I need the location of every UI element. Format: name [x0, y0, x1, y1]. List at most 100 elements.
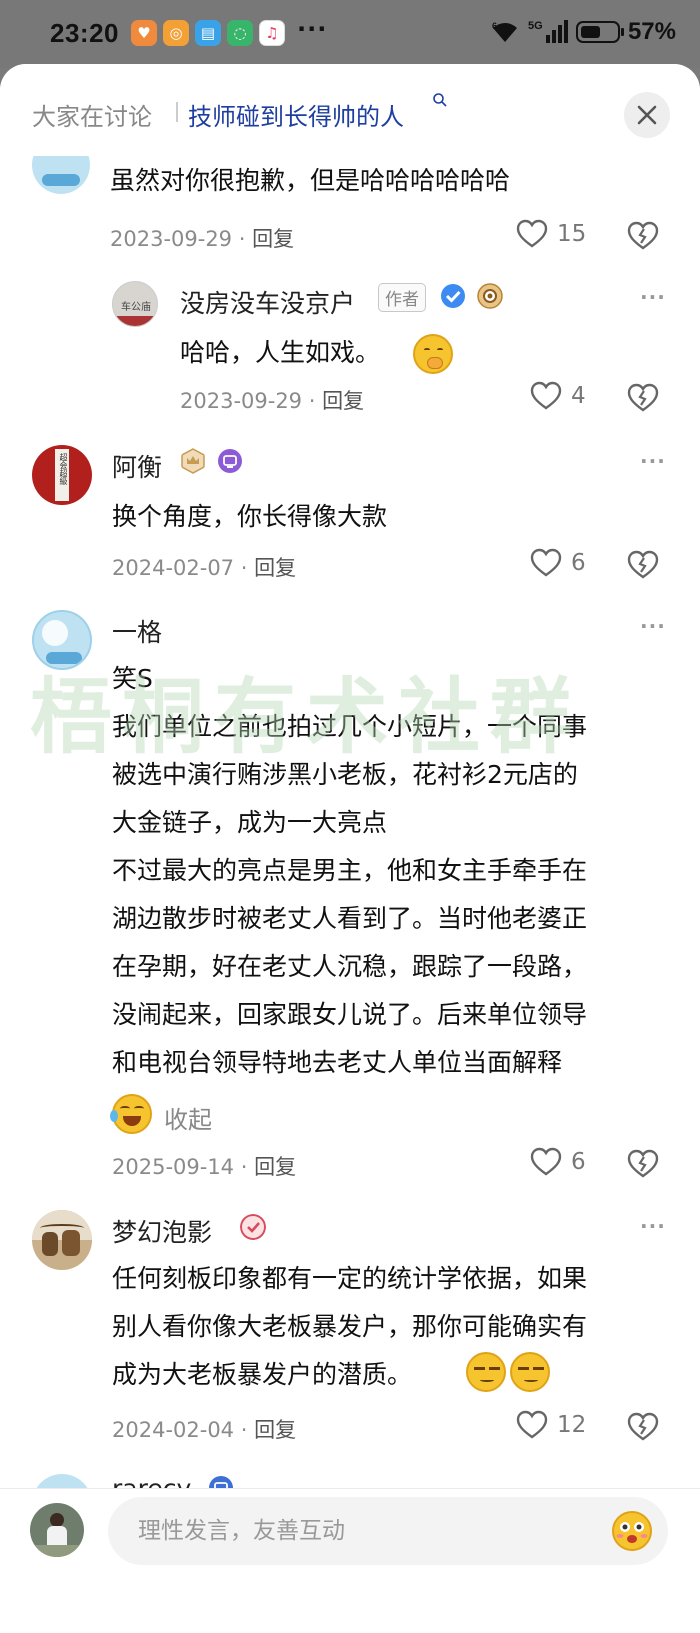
comment-line: 和电视台领导特地去老丈人单位当面解释 — [112, 1048, 563, 1077]
comment-meta: 2023-09-29 · 回复 — [180, 389, 365, 413]
cellular-signal-icon: 5G — [528, 20, 568, 43]
comment-input-box[interactable] — [108, 1497, 668, 1565]
avatar-text: 超会超級 — [59, 453, 68, 485]
comment-date: 2025-09-14 — [112, 1155, 235, 1179]
app-notification-icon: ◌ — [227, 20, 253, 46]
comment-input[interactable] — [138, 1497, 578, 1565]
comment-author-name[interactable]: 阿衡 — [112, 448, 162, 484]
comment-text: 虽然对你很抱歉，但是哈哈哈哈哈哈 — [110, 166, 511, 195]
avatar-text: 车公庙 — [121, 302, 151, 313]
like-count: 6 — [571, 1149, 586, 1175]
more-options-icon[interactable]: ··· — [640, 614, 666, 638]
author-badge: 作者 — [378, 283, 426, 312]
heart-icon — [530, 381, 562, 410]
comment-meta: 2023-09-29 · 回复 — [110, 227, 295, 251]
heart-icon — [530, 548, 562, 577]
covering-mouth-emoji-icon — [413, 334, 453, 374]
more-options-icon[interactable]: ··· — [640, 285, 666, 309]
dislike-icon[interactable] — [627, 383, 659, 413]
wifi-icon: 6 — [492, 21, 517, 42]
comment-date: 2024-02-04 — [112, 1418, 235, 1442]
smirk-emoji-icon — [466, 1352, 506, 1392]
reply-button[interactable]: 回复 — [322, 389, 364, 413]
heart-icon — [516, 1410, 548, 1439]
comment-line: 大金链子，成为一大亮点 — [112, 808, 388, 837]
comment-author-name[interactable]: 没房没车没京户 — [180, 284, 355, 320]
app-notification-icon: ◎ — [163, 20, 189, 46]
comment-list[interactable]: 虽然对你很抱歉，但是哈哈哈哈哈哈 2023-09-29 · 回复 15 车公庙 … — [0, 64, 700, 1564]
comment-line: 在孕期，好在老丈人沉稳，跟踪了一段路， — [112, 952, 588, 981]
comment-line: 被选中演行贿涉黑小老板，花衬衫2元店的 — [112, 760, 578, 789]
avatar[interactable] — [32, 1210, 92, 1270]
search-icon[interactable] — [432, 92, 448, 108]
sheet-header: 大家在讨论 技师碰到长得帅的人 — [0, 64, 700, 156]
like-count: 12 — [557, 1412, 587, 1438]
like-button[interactable]: 15 — [516, 219, 586, 249]
dislike-icon[interactable] — [627, 550, 659, 580]
comment-date: 2023-09-29 — [180, 389, 303, 413]
dislike-icon[interactable] — [627, 1412, 659, 1442]
comment-sheet: 虽然对你很抱歉，但是哈哈哈哈哈哈 2023-09-29 · 回复 15 车公庙 … — [0, 64, 700, 1633]
close-button[interactable] — [624, 92, 670, 138]
like-button[interactable]: 12 — [516, 1410, 586, 1440]
collapse-button[interactable]: 收起 — [164, 1100, 212, 1135]
avatar[interactable]: 超会超級 — [32, 445, 92, 505]
heart-icon — [516, 219, 548, 248]
comment-line: 没闹起来，回家跟女儿说了。后来单位领导 — [112, 1000, 588, 1029]
check-badge-icon — [240, 1214, 266, 1240]
like-count: 6 — [571, 550, 586, 576]
header-divider — [176, 102, 178, 122]
comment-line: 任何刻板印象都有一定的统计学依据，如果 — [112, 1264, 588, 1293]
status-bar: 23:20 ♥ ◎ ▤ ◌ ♫ ··· 6 5G 57% — [0, 0, 700, 68]
comment-meta: 2025-09-14 · 回复 — [112, 1155, 297, 1179]
notification-icons: ♥ ◎ ▤ ◌ ♫ — [131, 20, 285, 46]
battery-level-fill — [580, 26, 600, 38]
reply-button[interactable]: 回复 — [254, 1155, 296, 1179]
discussion-label: 大家在讨论 — [32, 103, 152, 131]
like-count: 15 — [557, 221, 587, 247]
crown-badge-icon — [181, 448, 205, 474]
heart-icon — [530, 1147, 562, 1176]
comment-text: 哈哈，人生如戏。 — [180, 338, 381, 367]
member-badge-icon — [218, 449, 242, 473]
reply-button[interactable]: 回复 — [252, 227, 294, 251]
avatar[interactable]: 车公庙 — [112, 281, 158, 327]
comment-line: 湖边散步时被老丈人看到了。当时他老婆正 — [112, 904, 588, 933]
comment-meta: 2024-02-04 · 回复 — [112, 1418, 297, 1442]
more-notifications-icon: ··· — [297, 15, 328, 43]
avatar[interactable] — [32, 610, 92, 670]
comment-date: 2024-02-07 — [112, 556, 235, 580]
battery-icon — [575, 21, 624, 43]
current-user-avatar[interactable] — [30, 1503, 84, 1557]
emoji-icon[interactable] — [610, 1509, 654, 1553]
comment-composer — [0, 1488, 700, 1633]
app-notification-icon: ▤ — [195, 20, 221, 46]
svg-text:6: 6 — [492, 21, 497, 31]
more-options-icon[interactable]: ··· — [640, 1214, 666, 1238]
more-options-icon[interactable]: ··· — [640, 449, 666, 473]
comment-text: 笑S 我们单位之前也拍过几个小短片，一个同事 被选中演行贿涉黑小老板，花衬衫2元… — [112, 655, 587, 1087]
like-button[interactable]: 6 — [530, 548, 586, 578]
like-count: 4 — [571, 383, 586, 409]
comment-author-name[interactable]: 一格 — [112, 613, 162, 649]
status-time: 23:20 — [50, 18, 119, 48]
music-app-icon: ♫ — [259, 20, 285, 46]
dislike-icon[interactable] — [627, 221, 659, 251]
comment-author-name[interactable]: 梦幻泡影 — [112, 1213, 212, 1249]
reply-button[interactable]: 回复 — [254, 1418, 296, 1442]
comment-text: 换个角度，你长得像大款 — [112, 502, 388, 531]
comment-meta: 2024-02-07 · 回复 — [112, 556, 297, 580]
reply-button[interactable]: 回复 — [254, 556, 296, 580]
comment-line: 我们单位之前也拍过几个小短片，一个同事 — [112, 712, 588, 741]
comment-line: 笑S — [112, 664, 153, 693]
close-icon — [637, 105, 657, 125]
comment-line: 别人看你像大老板暴发户，那你可能确实有 — [112, 1312, 588, 1341]
like-button[interactable]: 4 — [530, 381, 586, 411]
smirk-emoji-icon — [510, 1352, 550, 1392]
battery-percent: 57% — [627, 18, 676, 45]
comment-date: 2023-09-29 — [110, 227, 233, 251]
dislike-icon[interactable] — [627, 1149, 659, 1179]
like-button[interactable]: 6 — [530, 1147, 586, 1177]
topic-link[interactable]: 技师碰到长得帅的人 — [188, 97, 404, 132]
level-badge-icon — [477, 283, 503, 309]
